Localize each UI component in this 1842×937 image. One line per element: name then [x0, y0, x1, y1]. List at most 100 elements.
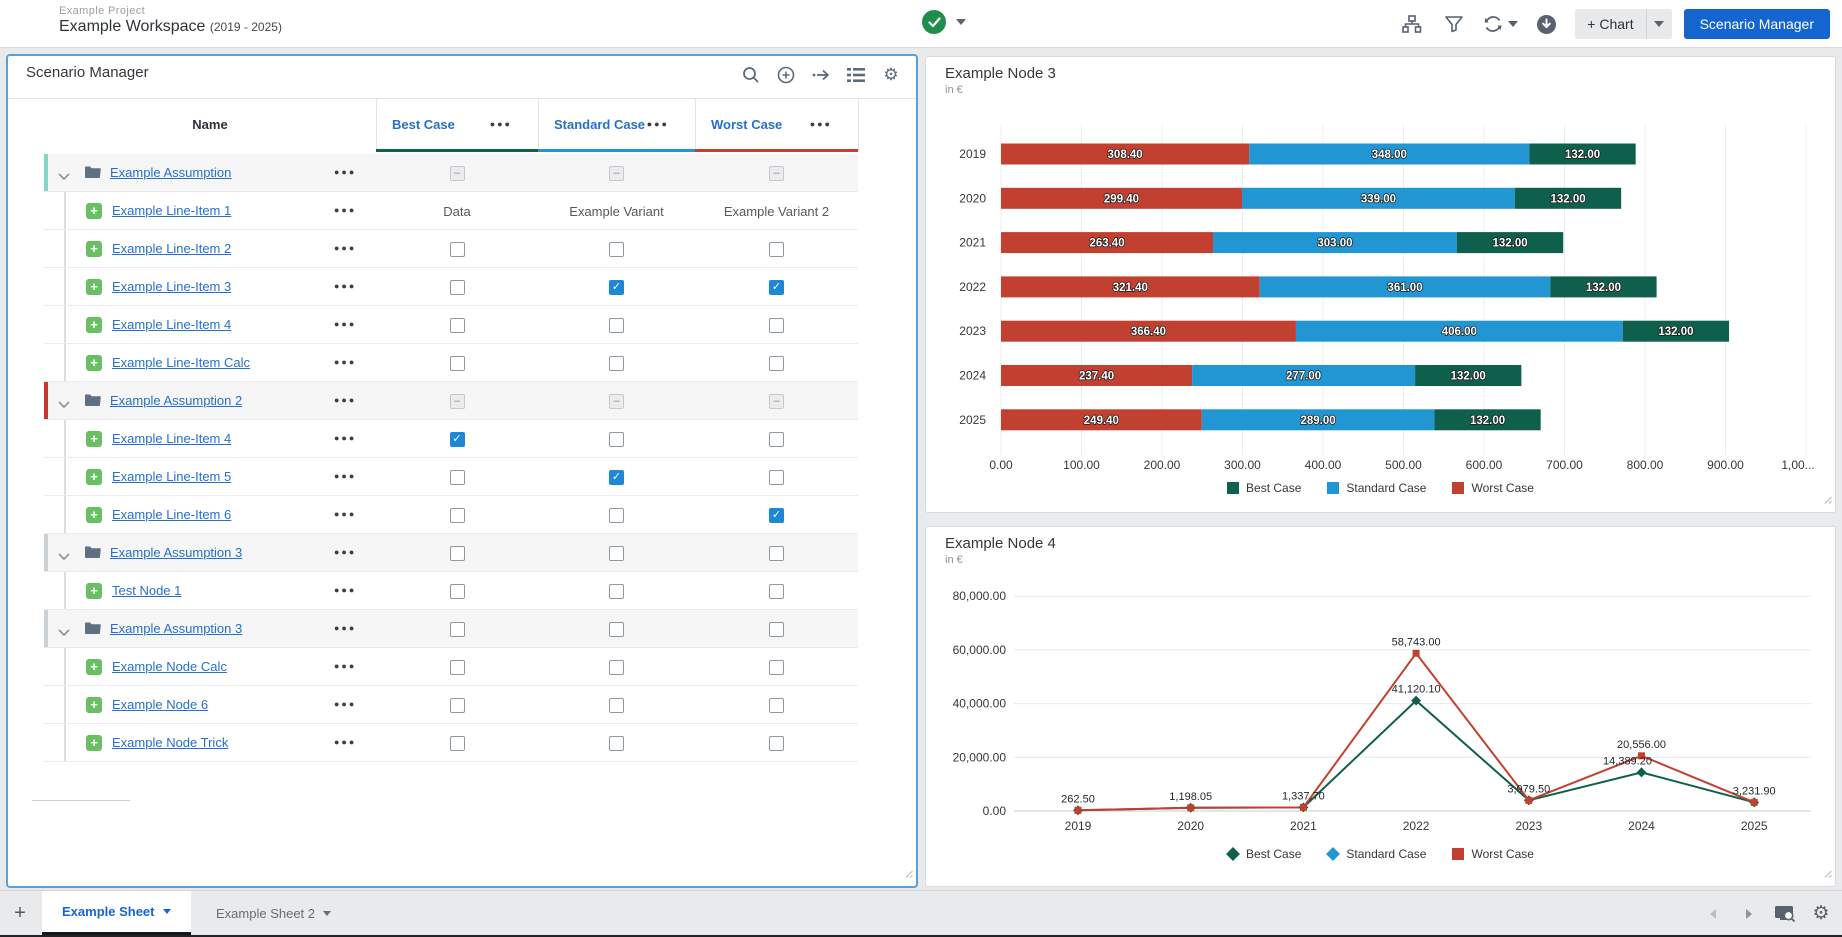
row-name-link[interactable]: Example Line-Item 3 — [112, 279, 231, 294]
row-name-link[interactable]: Example Line-Item 2 — [112, 241, 231, 256]
scenario-checkbox-unchecked[interactable] — [609, 660, 624, 675]
add-circle-icon[interactable] — [775, 64, 797, 86]
scenario-checkbox-unchecked[interactable] — [609, 622, 624, 637]
scenario-column-label[interactable]: Best Case — [392, 117, 455, 132]
scenario-checkbox-indeterminate[interactable]: – — [769, 394, 784, 409]
check-circle-icon[interactable] — [922, 10, 946, 34]
workspace-status-control[interactable] — [922, 10, 966, 34]
scenario-checkbox-indeterminate[interactable]: – — [609, 166, 624, 181]
row-name-link[interactable]: Example Node Trick — [112, 735, 228, 750]
scenario-checkbox-unchecked[interactable] — [450, 280, 465, 295]
scenario-checkbox-unchecked[interactable] — [450, 470, 465, 485]
row-name-link[interactable]: Example Line-Item 5 — [112, 469, 231, 484]
legend-item[interactable]: Standard Case — [1327, 847, 1426, 861]
next-sheet-icon[interactable] — [1736, 901, 1762, 927]
scenario-checkbox-unchecked[interactable] — [609, 698, 624, 713]
add-chart-button[interactable]: + Chart — [1575, 9, 1645, 39]
scenario-checkbox-checked[interactable]: ✓ — [769, 280, 784, 295]
row-menu-icon[interactable]: ●●● — [334, 585, 356, 595]
collapse-chevron-icon[interactable] — [58, 624, 70, 642]
scenario-checkbox-unchecked[interactable] — [769, 584, 784, 599]
node-plus-icon[interactable]: + — [86, 507, 102, 523]
jump-to-icon[interactable] — [810, 64, 832, 86]
tab-chevron-icon[interactable] — [163, 909, 171, 914]
sheet-settings-gear-icon[interactable]: ⚙ — [1808, 901, 1834, 927]
row-name-link[interactable]: Test Node 1 — [112, 583, 181, 598]
node-plus-icon[interactable]: + — [86, 355, 102, 371]
row-menu-icon[interactable]: ●●● — [334, 205, 356, 215]
collapse-chevron-icon[interactable] — [58, 396, 70, 414]
column-menu-icon[interactable]: ●●● — [810, 119, 832, 129]
tab-example-sheet[interactable]: Example Sheet — [42, 891, 191, 936]
row-name-link[interactable]: Example Assumption 2 — [110, 393, 242, 408]
scenario-checkbox-unchecked[interactable] — [769, 660, 784, 675]
scenario-checkbox-unchecked[interactable] — [769, 736, 784, 751]
list-view-icon[interactable] — [845, 64, 867, 86]
node-plus-icon[interactable]: + — [86, 697, 102, 713]
row-menu-icon[interactable]: ●●● — [334, 699, 356, 709]
scenario-checkbox-indeterminate[interactable]: – — [769, 166, 784, 181]
scenario-checkbox-unchecked[interactable] — [769, 622, 784, 637]
scenario-checkbox-unchecked[interactable] — [450, 242, 465, 257]
node-plus-icon[interactable]: + — [86, 583, 102, 599]
column-menu-icon[interactable]: ●●● — [647, 119, 669, 129]
download-icon[interactable] — [1525, 0, 1567, 48]
row-menu-icon[interactable]: ●●● — [334, 471, 356, 481]
scenario-checkbox-unchecked[interactable] — [769, 318, 784, 333]
prev-sheet-icon[interactable] — [1700, 901, 1726, 927]
tab-example-sheet-2[interactable]: Example Sheet 2 — [196, 891, 351, 936]
node-plus-icon[interactable]: + — [86, 279, 102, 295]
scenario-manager-button[interactable]: Scenario Manager — [1684, 9, 1830, 39]
scenario-checkbox-unchecked[interactable] — [450, 356, 465, 371]
row-name-link[interactable]: Example Line-Item Calc — [112, 355, 250, 370]
row-menu-icon[interactable]: ●●● — [334, 623, 356, 633]
scenario-checkbox-unchecked[interactable] — [769, 698, 784, 713]
scenario-checkbox-indeterminate[interactable]: – — [609, 394, 624, 409]
row-menu-icon[interactable]: ●●● — [334, 509, 356, 519]
row-name-link[interactable]: Example Line-Item 4 — [112, 431, 231, 446]
scenario-checkbox-unchecked[interactable] — [769, 432, 784, 447]
row-menu-icon[interactable]: ●●● — [334, 357, 356, 367]
legend-item[interactable]: Best Case — [1227, 481, 1301, 495]
node-plus-icon[interactable]: + — [86, 241, 102, 257]
scenario-checkbox-unchecked[interactable] — [769, 470, 784, 485]
row-menu-icon[interactable]: ●●● — [334, 661, 356, 671]
collapse-chevron-icon[interactable] — [58, 548, 70, 566]
legend-item[interactable]: Standard Case — [1327, 481, 1426, 495]
scenario-checkbox-checked[interactable]: ✓ — [609, 470, 624, 485]
scenario-checkbox-indeterminate[interactable]: – — [450, 394, 465, 409]
collapse-chevron-icon[interactable] — [58, 168, 70, 186]
refresh-dropdown-icon[interactable] — [1508, 21, 1518, 27]
tab-chevron-icon[interactable] — [323, 911, 331, 916]
node-plus-icon[interactable]: + — [86, 659, 102, 675]
column-menu-icon[interactable]: ●●● — [490, 119, 512, 129]
panel-resize-grip[interactable] — [903, 865, 913, 883]
presentation-search-icon[interactable] — [1772, 901, 1798, 927]
row-name-link[interactable]: Example Node 6 — [112, 697, 208, 712]
scenario-checkbox-unchecked[interactable] — [609, 584, 624, 599]
row-menu-icon[interactable]: ●●● — [334, 547, 356, 557]
scenario-column-label[interactable]: Worst Case — [711, 117, 782, 132]
scenario-checkbox-unchecked[interactable] — [450, 660, 465, 675]
scenario-checkbox-unchecked[interactable] — [450, 736, 465, 751]
scenario-checkbox-checked[interactable]: ✓ — [450, 432, 465, 447]
chart-card-node3[interactable]: Example Node 3 in € 0.00100.00200.00300.… — [925, 56, 1836, 513]
add-chart-dropdown[interactable] — [1646, 9, 1672, 39]
scenario-checkbox-checked[interactable]: ✓ — [769, 508, 784, 523]
search-icon[interactable] — [740, 64, 762, 86]
row-menu-icon[interactable]: ●●● — [334, 395, 356, 405]
chevron-down-icon[interactable] — [956, 19, 966, 25]
scenario-checkbox-unchecked[interactable] — [609, 546, 624, 561]
scenario-checkbox-unchecked[interactable] — [450, 622, 465, 637]
scenario-checkbox-unchecked[interactable] — [450, 508, 465, 523]
scenario-checkbox-unchecked[interactable] — [609, 508, 624, 523]
row-name-link[interactable]: Example Assumption 3 — [110, 621, 242, 636]
scenario-checkbox-unchecked[interactable] — [609, 242, 624, 257]
row-name-link[interactable]: Example Line-Item 4 — [112, 317, 231, 332]
row-menu-icon[interactable]: ●●● — [334, 243, 356, 253]
scenario-checkbox-checked[interactable]: ✓ — [609, 280, 624, 295]
filter-icon[interactable] — [1433, 0, 1475, 48]
scenario-checkbox-unchecked[interactable] — [609, 356, 624, 371]
row-menu-icon[interactable]: ●●● — [334, 433, 356, 443]
scenario-checkbox-unchecked[interactable] — [609, 318, 624, 333]
